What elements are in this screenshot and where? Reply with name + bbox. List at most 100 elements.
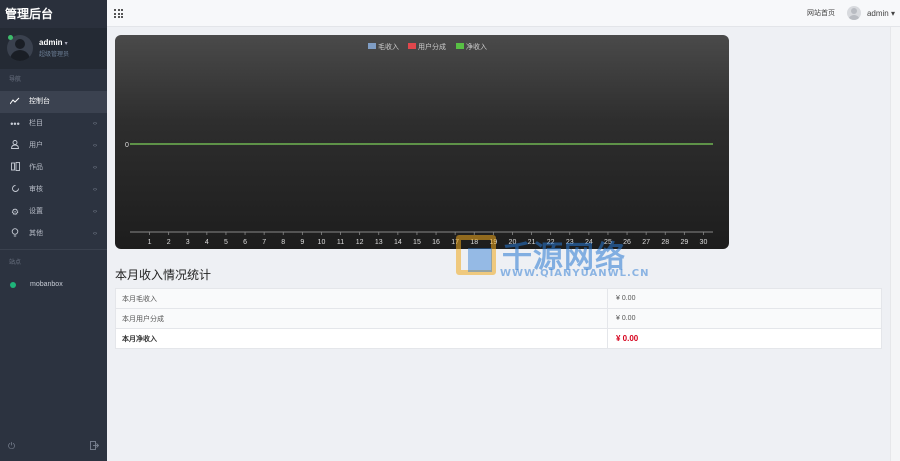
sidebar-divider xyxy=(0,249,107,250)
online-status-dot xyxy=(8,35,13,40)
x-tick-label: 14 xyxy=(394,239,402,246)
brand-title: 管理后台 xyxy=(0,0,107,28)
stats-table: 本月毛收入 ¥ 0.00 本月用户分成 ¥ 0.00 本月净收入 ¥ 0.00 xyxy=(115,288,882,349)
stat-label: 本月毛收入 xyxy=(115,288,608,309)
refresh-icon xyxy=(9,179,21,201)
x-tick-label: 22 xyxy=(547,239,555,246)
stat-label: 本月用户分成 xyxy=(115,308,608,329)
chevron-left-icon: ‹› xyxy=(93,121,97,127)
sidebar: 管理后台 admin ▾ 超级管理员 导航 控制台 ••• 栏目 ‹› 用户 ‹›… xyxy=(0,0,107,461)
x-tick-label: 7 xyxy=(262,239,266,246)
nav-section-title: 导航 xyxy=(9,77,22,83)
stat-value: ¥ 0.00 xyxy=(607,308,882,329)
x-tick-label: 26 xyxy=(623,239,631,246)
x-tick-label: 23 xyxy=(566,239,574,246)
scrollbar[interactable] xyxy=(890,27,900,461)
x-tick-label: 30 xyxy=(700,239,708,246)
top-bar: 网站首页 admin ▾ xyxy=(107,0,900,27)
sidebar-site-mobanbox[interactable]: mobanbox xyxy=(0,274,107,296)
x-tick-label: 21 xyxy=(528,239,536,246)
x-tick-label: 25 xyxy=(604,239,612,246)
x-tick-label: 16 xyxy=(432,239,440,246)
sidebar-item-dashboard[interactable]: 控制台 xyxy=(0,91,107,113)
stat-value: ¥ 0.00 xyxy=(607,328,882,349)
stat-value: ¥ 0.00 xyxy=(607,288,882,309)
chevron-left-icon: ‹› xyxy=(93,165,97,171)
sidebar-item-label: 其他 xyxy=(29,230,43,237)
stats-title: 本月收入情况统计 xyxy=(115,268,212,282)
table-row: 本月毛收入 ¥ 0.00 xyxy=(115,288,882,309)
sidebar-item-works[interactable]: 作品 ‹› xyxy=(0,157,107,179)
top-user-dropdown[interactable]: admin ▾ xyxy=(867,0,895,27)
watermark-url: WWW.QIANYUANWL.CN xyxy=(500,268,650,279)
legend-label: 用户分成 xyxy=(418,42,446,51)
power-icon[interactable]: ⏻ xyxy=(8,441,15,452)
sidebar-item-review[interactable]: 审核 ‹› xyxy=(0,179,107,201)
dots-icon: ••• xyxy=(10,119,20,129)
x-tick-label: 9 xyxy=(300,239,304,246)
stat-label: 本月净收入 xyxy=(115,328,608,349)
x-tick-label: 8 xyxy=(281,239,285,246)
site-label: mobanbox xyxy=(30,281,63,288)
top-user-name: admin xyxy=(866,9,889,18)
x-tick-label: 12 xyxy=(356,239,364,246)
income-chart: 毛收入 用户分成 净收入 0 1 2 3 4 5 6 7 8 9 10 11 12 13 14 15 16 17 18 19… xyxy=(115,35,729,249)
logout-icon[interactable] xyxy=(90,441,100,452)
x-tick-label: 19 xyxy=(489,239,497,246)
sidebar-item-label: 用户 xyxy=(29,142,43,149)
bulb-icon xyxy=(9,223,21,245)
x-tick-label: 28 xyxy=(661,239,669,246)
caret-down-icon: ▾ xyxy=(64,41,68,47)
caret-down-icon: ▾ xyxy=(890,9,895,18)
table-row: 本月净收入 ¥ 0.00 xyxy=(115,328,882,349)
x-tick-label: 17 xyxy=(451,239,459,246)
y-tick-label: 0 xyxy=(125,142,129,149)
legend-swatch xyxy=(368,43,376,49)
x-tick-label: 18 xyxy=(470,239,478,246)
x-tick-label: 5 xyxy=(224,239,228,246)
x-tick-label: 6 xyxy=(243,239,247,246)
avatar[interactable] xyxy=(847,6,861,20)
x-tick-label: 24 xyxy=(585,239,593,246)
user-panel: admin ▾ 超级管理员 xyxy=(0,28,107,69)
table-row: 本月用户分成 ¥ 0.00 xyxy=(115,308,882,329)
sites-section-title: 站点 xyxy=(9,260,22,266)
legend-label: 净收入 xyxy=(466,42,487,51)
x-tick-label: 3 xyxy=(186,239,190,246)
sidebar-item-label: 设置 xyxy=(29,208,43,215)
chevron-left-icon: ‹› xyxy=(93,231,97,237)
sidebar-item-settings[interactable]: ⚙ 设置 ‹› xyxy=(0,201,107,223)
legend-swatch xyxy=(456,43,464,49)
x-tick-label: 29 xyxy=(680,239,688,246)
x-tick-label: 1 xyxy=(148,239,152,246)
sidebar-item-label: 控制台 xyxy=(29,98,50,105)
sidebar-item-other[interactable]: 其他 ‹› xyxy=(0,223,107,245)
x-tick-label: 20 xyxy=(509,239,517,246)
columns-icon xyxy=(9,157,21,179)
x-tick-label: 11 xyxy=(337,239,344,246)
site-status-dot xyxy=(10,282,16,288)
gear-icon: ⚙ xyxy=(10,207,20,217)
legend-label: 毛收入 xyxy=(378,42,399,51)
x-tick-label: 2 xyxy=(167,239,171,246)
sidebar-item-label: 栏目 xyxy=(29,120,43,127)
chevron-left-icon: ‹› xyxy=(93,143,97,149)
site-home-link[interactable]: 网站首页 xyxy=(807,0,835,27)
x-tick-label: 27 xyxy=(642,239,650,246)
sidebar-item-label: 审核 xyxy=(29,186,43,193)
apps-grid-icon[interactable] xyxy=(114,9,123,18)
income-chart-svg: 毛收入 用户分成 净收入01 2 3 4 5 6 7 8 9 10 11 12 13 14 15 16 17 18 19… xyxy=(125,42,713,246)
sidebar-item-users[interactable]: 用户 ‹› xyxy=(0,135,107,157)
x-tick-label: 13 xyxy=(375,239,383,246)
main-content: 毛收入 用户分成 净收入 0 1 2 3 4 5 6 7 8 9 10 11 12 13 14 15 16 17 18 19… xyxy=(107,27,890,461)
user-name-dropdown[interactable]: admin ▾ xyxy=(39,38,68,47)
sidebar-item-label: 作品 xyxy=(29,164,43,171)
x-tick-label: 15 xyxy=(413,239,421,246)
sidebar-item-columns[interactable]: ••• 栏目 ‹› xyxy=(0,113,107,135)
user-icon xyxy=(9,135,21,157)
user-name: admin xyxy=(39,38,63,47)
chevron-left-icon: ‹› xyxy=(93,187,97,193)
trend-line-icon xyxy=(9,91,21,113)
x-tick-label: 10 xyxy=(318,239,326,246)
chevron-left-icon: ‹› xyxy=(93,209,97,215)
